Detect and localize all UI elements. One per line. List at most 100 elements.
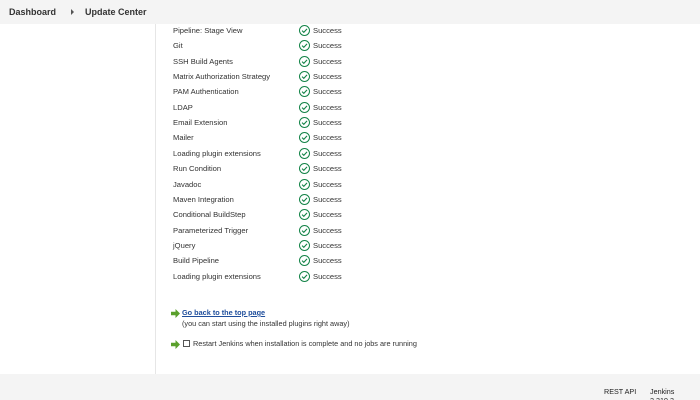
plugin-status: Success: [299, 101, 342, 113]
plugin-status-text: Success: [313, 72, 342, 82]
plugin-name: Run Condition: [173, 164, 222, 174]
jenkins-version[interactable]: Jenkins 2.319.3: [650, 387, 700, 400]
restart-action: Restart Jenkins when installation is com…: [171, 339, 417, 349]
go-back-action: Go back to the top page (you can start u…: [171, 308, 350, 328]
plugin-status-text: Success: [313, 41, 342, 51]
plugin-name: Build Pipeline: [173, 256, 220, 266]
plugin-name: Mailer: [173, 133, 194, 143]
plugin-name: jQuery: [173, 240, 196, 250]
success-check-icon: [299, 71, 310, 83]
plugin-status-text: Success: [313, 164, 342, 174]
plugin-status: Success: [299, 193, 342, 205]
plugin-name: LDAP: [173, 102, 193, 112]
plugin-name: Maven Integration: [173, 194, 234, 204]
plugin-name: Conditional BuildStep: [173, 210, 246, 220]
plugin-status-text: Success: [313, 133, 342, 143]
plugin-row: Maven Integration Success: [173, 192, 473, 207]
plugin-row: Pipeline: Stage View Success: [173, 23, 473, 38]
breadcrumb-separator-icon[interactable]: [71, 9, 75, 15]
plugin-status-text: Success: [313, 102, 342, 112]
breadcrumb-dashboard[interactable]: Dashboard: [9, 7, 56, 17]
plugin-status: Success: [299, 25, 342, 36]
plugin-row: Conditional BuildStep Success: [173, 207, 473, 222]
plugin-row: LDAP Success: [173, 100, 473, 115]
plugin-name: Parameterized Trigger: [173, 225, 249, 235]
go-back-link[interactable]: Go back to the top page: [182, 308, 265, 317]
plugin-row: jQuery Success: [173, 238, 473, 253]
plugin-row: Build Pipeline Success: [173, 253, 473, 268]
plugin-name: Javadoc: [173, 179, 202, 189]
plugin-status-text: Success: [313, 240, 342, 250]
plugin-status-text: Success: [313, 210, 342, 220]
success-check-icon: [299, 40, 310, 52]
plugin-status-text: Success: [313, 148, 342, 158]
plugin-name: Pipeline: Stage View: [173, 26, 243, 35]
plugin-status: Success: [299, 40, 342, 52]
plugin-status-text: Success: [313, 118, 342, 128]
plugin-status-text: Success: [313, 271, 342, 281]
success-check-icon: [299, 209, 310, 221]
plugin-status-text: Success: [313, 56, 342, 66]
breadcrumb-bar: Dashboard Update Center: [0, 0, 700, 24]
plugin-status: Success: [299, 132, 342, 144]
plugin-name: SSH Build Agents: [173, 56, 233, 66]
plugin-status: Success: [299, 270, 342, 282]
success-check-icon: [299, 117, 310, 129]
plugin-status: Success: [299, 163, 342, 175]
plugin-status: Success: [299, 55, 342, 67]
plugin-name: Matrix Authorization Strategy: [173, 72, 271, 82]
restart-checkbox[interactable]: [183, 340, 190, 347]
success-check-icon: [299, 163, 310, 175]
plugin-status: Success: [299, 224, 342, 236]
plugin-row: Git Success: [173, 38, 473, 53]
plugin-status: Success: [299, 147, 342, 159]
plugin-status: Success: [299, 86, 342, 98]
arrow-right-icon: [171, 309, 180, 318]
plugin-row: Mailer Success: [173, 130, 473, 145]
plugin-row: Matrix Authorization Strategy Success: [173, 69, 473, 84]
restart-label[interactable]: Restart Jenkins when installation is com…: [193, 339, 417, 348]
plugin-row: Loading plugin extensions Success: [173, 269, 473, 284]
rest-api-link[interactable]: REST API: [604, 387, 636, 396]
plugin-row: Javadoc Success: [173, 177, 473, 192]
footer: REST API Jenkins 2.319.3: [0, 374, 700, 400]
success-check-icon: [299, 193, 310, 205]
plugin-status: Success: [299, 209, 342, 221]
success-check-icon: [299, 239, 310, 251]
arrow-right-icon: [171, 340, 180, 349]
plugin-status-text: Success: [313, 225, 342, 235]
plugin-status-text: Success: [313, 194, 342, 204]
success-check-icon: [299, 132, 310, 144]
plugin-name: Loading plugin extensions: [173, 148, 261, 158]
plugin-status: Success: [299, 239, 342, 251]
main-panel: Pipeline: Stage View Success Git Success SSH…: [157, 24, 700, 374]
plugin-row: Run Condition Success: [173, 161, 473, 176]
plugin-row: PAM Authentication Success: [173, 84, 473, 99]
go-back-description: (you can start using the installed plugi…: [182, 319, 350, 328]
plugin-name: PAM Authentication: [173, 87, 239, 97]
success-check-icon: [299, 55, 310, 67]
plugin-status-text: Success: [313, 179, 342, 189]
plugin-name: Email Extension: [173, 118, 228, 128]
plugin-status-text: Success: [313, 87, 342, 97]
success-check-icon: [299, 270, 310, 282]
success-check-icon: [299, 25, 310, 36]
plugin-status: Success: [299, 117, 342, 129]
success-check-icon: [299, 224, 310, 236]
success-check-icon: [299, 255, 310, 267]
plugin-name: Git: [173, 41, 183, 51]
plugin-row: Loading plugin extensions Success: [173, 146, 473, 161]
sidebar: [0, 24, 156, 374]
plugin-status: Success: [299, 255, 342, 267]
success-check-icon: [299, 178, 310, 190]
plugin-status-text: Success: [313, 256, 342, 266]
success-check-icon: [299, 147, 310, 159]
plugin-status-text: Success: [313, 26, 342, 35]
plugin-status: Success: [299, 178, 342, 190]
plugin-name: Loading plugin extensions: [173, 271, 261, 281]
breadcrumb-update-center[interactable]: Update Center: [85, 7, 147, 17]
success-check-icon: [299, 86, 310, 98]
plugin-row: SSH Build Agents Success: [173, 54, 473, 69]
plugin-status: Success: [299, 71, 342, 83]
success-check-icon: [299, 101, 310, 113]
